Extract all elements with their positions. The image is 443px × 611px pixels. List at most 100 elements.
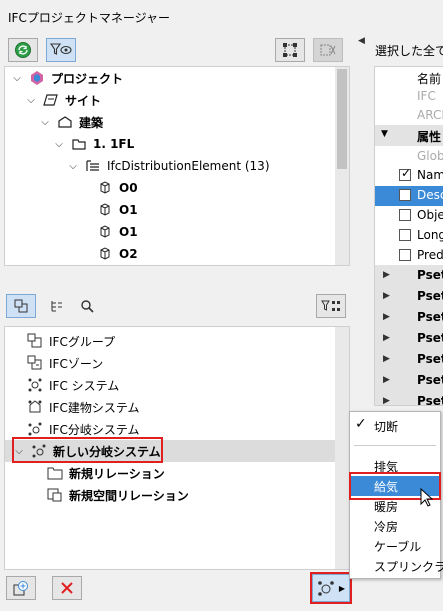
tree-item-site[interactable]: ⌵ サイト	[25, 89, 101, 111]
pset-row[interactable]: Pset	[417, 331, 443, 345]
group-item-label: IFCゾーン	[49, 356, 104, 371]
delete-button[interactable]	[52, 576, 82, 600]
tree-item-element[interactable]: O1	[97, 199, 138, 221]
unlink-icon	[320, 44, 336, 56]
tree-item-element[interactable]: O0	[97, 177, 138, 199]
group-item-label: 新規リレーション	[69, 466, 165, 481]
group-item-label: 新規空間リレーション	[69, 488, 189, 503]
check-label: Desc	[417, 188, 443, 202]
checkmark-icon: ✓	[355, 416, 367, 432]
menu-item-sprinkler[interactable]: スプリンクラー	[350, 556, 443, 576]
group-item-new-space-relation[interactable]: 新規空間リレーション	[47, 484, 189, 506]
check-row[interactable]: Long	[399, 225, 443, 245]
checkbox[interactable]: ✓	[399, 166, 411, 181]
pset-row[interactable]: Pset	[417, 394, 443, 405]
triangle-right-icon[interactable]: ▶	[383, 270, 390, 280]
element-icon	[97, 224, 113, 240]
chevron-down-icon[interactable]: ⌵	[39, 117, 51, 128]
tree-item-element[interactable]: O1	[97, 221, 138, 243]
check-row[interactable]: Pred	[399, 245, 443, 265]
filter-eye-icon	[50, 43, 72, 55]
groups-scrollbar[interactable]	[335, 327, 349, 569]
menu-item-label: スプリンクラー	[374, 559, 443, 574]
filter-view-button[interactable]	[46, 38, 76, 62]
check-label: Obje	[417, 208, 443, 222]
tree-item-story[interactable]: ⌵ 1. 1FL	[53, 133, 134, 155]
site-icon	[43, 92, 59, 108]
scrollbar-thumb[interactable]	[337, 69, 347, 169]
filter-structure-button[interactable]	[316, 294, 346, 318]
tree-item-distribution[interactable]: ⌵ IfcDistributionElement (13)	[67, 155, 269, 177]
story-icon	[71, 136, 87, 152]
element-type-icon	[85, 158, 101, 174]
triangle-right-icon[interactable]: ▶	[383, 354, 390, 364]
triangle-right-icon[interactable]: ▶	[383, 312, 390, 322]
ifc-zone-icon	[27, 355, 43, 371]
menu-divider	[354, 445, 436, 446]
check-row[interactable]: Desc	[399, 185, 443, 205]
unlink-button[interactable]	[313, 38, 343, 62]
menu-item-cooling[interactable]: 冷房	[350, 516, 440, 536]
group-item-ifc-zone[interactable]: IFCゾーン	[27, 352, 103, 374]
triangle-right-icon[interactable]: ▶	[383, 333, 390, 343]
highlight-box	[12, 437, 163, 463]
check-label: Pred	[417, 248, 443, 262]
hierarchy-button[interactable]	[42, 294, 72, 318]
chevron-down-icon[interactable]: ⌵	[11, 73, 23, 84]
add-group-mode-button[interactable]	[6, 294, 36, 318]
tree-item-label: O2	[119, 247, 138, 261]
triangle-right-icon[interactable]: ▶	[383, 291, 390, 301]
refresh-button[interactable]	[8, 38, 38, 62]
check-row[interactable]: ✓ Nam	[399, 165, 443, 185]
checkbox[interactable]	[399, 189, 411, 201]
tree-item-label: 1. 1FL	[93, 137, 135, 151]
search-button[interactable]	[72, 294, 102, 318]
tree-item-project[interactable]: ⌵ プロジェクト	[11, 67, 123, 89]
chevron-down-icon[interactable]: ⌵	[67, 161, 79, 172]
pset-row[interactable]: Pset	[417, 289, 443, 303]
checkbox[interactable]	[399, 229, 411, 241]
ifc-system-icon	[27, 377, 43, 393]
tree-item-label: プロジェクト	[51, 71, 124, 86]
triangle-down-icon[interactable]: ▼	[381, 129, 388, 139]
tree-item-label: サイト	[65, 93, 102, 108]
chevron-down-icon[interactable]: ⌵	[53, 139, 65, 150]
highlight-box	[310, 572, 352, 604]
menu-item-label: 切断	[374, 419, 399, 434]
group-item-new-relation[interactable]: 新規リレーション	[47, 462, 165, 484]
group-item-building-system[interactable]: IFC建物システム	[27, 396, 139, 418]
triangle-right-icon[interactable]: ▶	[383, 396, 390, 406]
check-label: Long	[417, 228, 443, 242]
checkbox[interactable]	[399, 249, 411, 261]
distribution-system-icon	[27, 421, 43, 437]
triangle-right-icon[interactable]: ▶	[383, 375, 390, 385]
menu-item-toggle[interactable]: ✓ 切断	[350, 416, 440, 436]
collapse-arrow-icon[interactable]: ◀	[358, 36, 365, 46]
add-button[interactable]	[6, 576, 36, 600]
pset-row[interactable]: Pset	[417, 352, 443, 366]
element-icon	[97, 202, 113, 218]
chevron-down-icon[interactable]: ⌵	[25, 95, 37, 106]
check-row[interactable]: Obje	[399, 205, 443, 225]
ifc-group-icon	[27, 333, 43, 349]
menu-item-cable[interactable]: ケーブル	[350, 536, 440, 556]
menu-item-label: 冷房	[374, 519, 399, 534]
pset-row[interactable]: Pset	[417, 373, 443, 387]
property-row: Glob	[417, 149, 443, 163]
tree-scrollbar[interactable]	[335, 67, 349, 265]
tree-item-element[interactable]: O2	[97, 243, 138, 265]
add-icon	[13, 581, 28, 596]
filter-structure-icon	[321, 300, 340, 311]
group-item-ifc-group[interactable]: IFCグループ	[27, 330, 115, 352]
project-icon	[29, 70, 45, 86]
group-item-label: IFC システム	[49, 378, 120, 393]
checkbox[interactable]	[399, 209, 411, 221]
group-item-label: IFC建物システム	[49, 400, 140, 415]
pset-row[interactable]: Pset	[417, 268, 443, 282]
group-item-ifc-system[interactable]: IFC システム	[27, 374, 119, 396]
tree-item-label: O1	[119, 203, 138, 217]
pset-row[interactable]: Pset	[417, 310, 443, 324]
tree-item-building[interactable]: ⌵ 建築	[39, 111, 103, 133]
building-system-icon	[27, 399, 43, 415]
group-structure-button[interactable]	[275, 38, 305, 62]
